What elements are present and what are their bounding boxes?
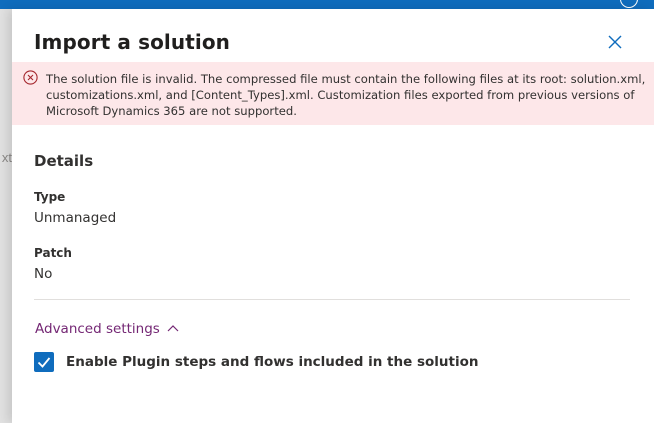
import-solution-panel: Import a solution The solution file is i…	[12, 9, 654, 423]
chevron-up-icon	[167, 325, 179, 332]
checkmark-icon	[37, 357, 51, 368]
error-circle-icon	[23, 70, 38, 85]
close-icon	[608, 35, 622, 49]
close-button[interactable]	[604, 31, 626, 53]
error-message-bar: The solution file is invalid. The compre…	[12, 62, 654, 125]
advanced-settings-toggle[interactable]: Advanced settings	[35, 319, 180, 339]
section-divider	[34, 299, 630, 300]
enable-plugin-checkbox[interactable]	[34, 352, 54, 372]
background-page: xt	[0, 9, 12, 423]
patch-value: No	[34, 266, 53, 282]
enable-plugin-label[interactable]: Enable Plugin steps and flows included i…	[66, 354, 478, 370]
advanced-settings-label: Advanced settings	[35, 321, 160, 337]
details-heading: Details	[34, 152, 94, 170]
type-label: Type	[34, 190, 66, 204]
profile-icon[interactable]	[620, 0, 638, 8]
dialog-title: Import a solution	[34, 30, 231, 54]
background-text: xt	[1, 150, 12, 165]
app-top-bar	[0, 0, 654, 9]
patch-label: Patch	[34, 246, 72, 260]
type-value: Unmanaged	[34, 210, 117, 226]
error-message-text: The solution file is invalid. The compre…	[46, 72, 646, 118]
